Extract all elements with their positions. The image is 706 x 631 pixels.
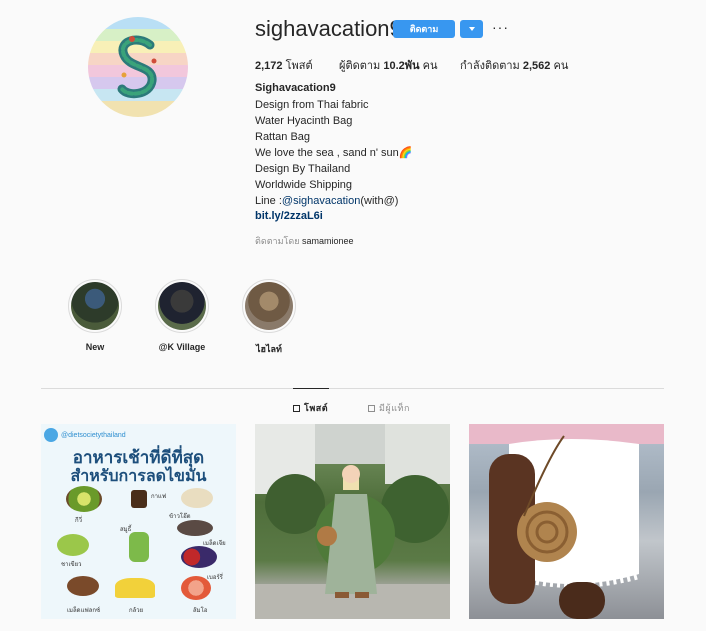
post-brand-text: @dietsocietythailand	[61, 431, 126, 439]
post-thumbnail[interactable]	[255, 424, 450, 619]
food-label: กีวี่	[75, 518, 83, 524]
banana-icon	[115, 578, 155, 598]
post-photo-rattan-bag	[469, 424, 664, 619]
profile-avatar[interactable]	[88, 17, 188, 117]
food-label: ส้มโอ	[193, 608, 208, 614]
highlight-k-village[interactable]	[155, 279, 209, 333]
followers-stat[interactable]: ผู้ติดตาม 10.2พัน คน	[339, 56, 438, 74]
post-title-line2: สำหรับการลดไขมัน	[70, 468, 207, 485]
profile-username: sighavacation9	[255, 16, 402, 41]
food-label: ชาเขียว	[61, 562, 82, 568]
tab-tagged[interactable]: มีผู้แท็ก	[368, 401, 410, 415]
highlight-thumbnail	[245, 282, 293, 330]
posts-count-stat: 2,172 โพสต์	[255, 56, 313, 74]
bio-line: Worldwide Shipping	[255, 179, 353, 191]
more-options-icon[interactable]: ···	[492, 19, 509, 35]
flax-seeds-icon	[67, 576, 99, 596]
follow-button[interactable]: ติดตาม	[393, 20, 455, 38]
highlight-label: New	[85, 342, 105, 352]
green-tea-icon	[57, 534, 89, 556]
kiwi-icon	[66, 486, 102, 512]
smoothie-icon	[129, 532, 149, 562]
highlight-new[interactable]	[68, 279, 122, 333]
grid-icon	[293, 404, 300, 412]
avatar-logo-icon	[117, 35, 157, 99]
food-label: เบอร์รี่	[207, 575, 223, 581]
highlight-thumbnail	[158, 282, 206, 330]
post-thumbnail[interactable]: @dietsocietythailand อาหารเช้าที่ดีที่สุ…	[41, 424, 236, 619]
chevron-down-icon	[468, 27, 475, 31]
following-label: กำลังติดตาม	[460, 60, 520, 72]
followed-by[interactable]: ติดตามโดย samamionee	[255, 234, 354, 248]
berries-icon	[181, 546, 217, 568]
line-prefix: Line :	[255, 195, 282, 207]
food-label: เมล็ดแฟลกซ์	[67, 608, 101, 614]
followed-by-label: ติดตามโดย	[255, 236, 300, 246]
followers-count: 10.2พัน	[383, 60, 420, 72]
food-label: กาแฟ	[151, 494, 167, 500]
oats-icon	[181, 488, 213, 508]
tag-icon	[368, 404, 375, 412]
chia-seeds-icon	[177, 520, 213, 536]
bio-url-link[interactable]: bit.ly/2zzaL6i	[255, 210, 323, 222]
food-label: สมูธี้	[120, 527, 132, 533]
followers-suffix: คน	[422, 60, 438, 72]
following-stat[interactable]: กำลังติดตาม 2,562 คน	[460, 56, 568, 74]
grapefruit-icon	[181, 576, 211, 600]
bio-line: Water Hyacinth Bag	[255, 115, 353, 127]
line-handle-link[interactable]: @sighavacation	[282, 195, 360, 207]
tab-tagged-label: มีผู้แท็ก	[379, 403, 410, 413]
posts-count: 2,172	[255, 60, 283, 72]
coffee-icon	[131, 490, 147, 508]
food-label: กล้วย	[129, 608, 144, 614]
food-label: ข้าวโอ๊ต	[169, 514, 191, 520]
post-photo-woman-jumpsuit	[255, 424, 450, 619]
followed-by-user[interactable]: samamionee	[302, 236, 354, 246]
highlight-label: ไฮไลท์	[256, 344, 282, 354]
bio-line-contact: Line :@sighavacation(with@)	[255, 193, 398, 209]
brand-logo-icon	[44, 428, 58, 442]
highlight-highlight[interactable]	[242, 279, 296, 333]
highlight-thumbnail	[71, 282, 119, 330]
bio-name: Sighavacation9	[255, 82, 336, 94]
bio-line: Design from Thai fabric	[255, 99, 369, 111]
posts-label: โพสต์	[285, 60, 313, 72]
tabs-divider	[41, 388, 664, 389]
tab-posts-label: โพสต์	[304, 403, 329, 413]
line-suffix: (with@)	[360, 195, 399, 207]
post-thumbnail[interactable]	[469, 424, 664, 619]
post-brand: @dietsocietythailand	[44, 428, 126, 442]
tab-posts[interactable]: โพสต์	[293, 401, 328, 415]
bio-line: We love the sea , sand n' sun🌈	[255, 147, 413, 159]
following-suffix: คน	[553, 60, 569, 72]
highlight-label: @K Village	[158, 342, 206, 352]
bio-line: Rattan Bag	[255, 131, 311, 143]
following-count: 2,562	[522, 60, 551, 72]
followers-label: ผู้ติดตาม	[339, 60, 381, 72]
active-tab-indicator	[293, 388, 329, 389]
suggestions-dropdown-button[interactable]	[460, 20, 483, 38]
bio-line: Design By Thailand	[255, 163, 351, 175]
